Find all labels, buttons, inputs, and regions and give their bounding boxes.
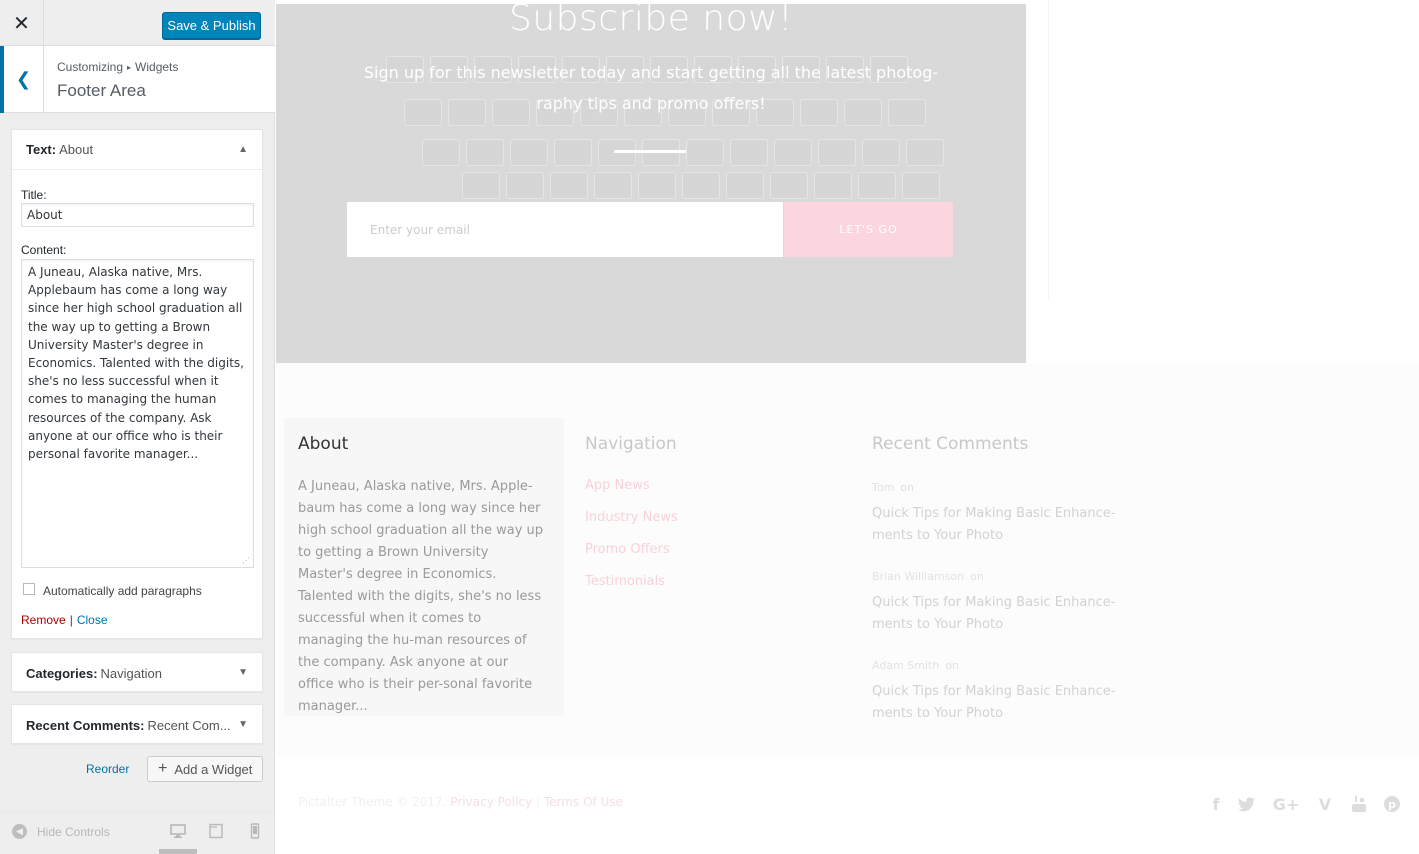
comment-on: on <box>970 570 984 583</box>
widget-title: Navigation <box>100 665 162 681</box>
comment-post-link[interactable]: Quick Tips for Making Basic Enhance-ment… <box>872 592 1117 636</box>
google-plus-icon[interactable]: G+ <box>1273 794 1300 814</box>
subscribe-text: Sign up for this newsletter today and st… <box>363 63 939 113</box>
text-widget: Text: About ▲ Title: Content: A Juneau, … <box>11 129 263 639</box>
hide-controls-button[interactable]: Hide Controls <box>37 825 110 839</box>
back-button[interactable]: ❮ <box>0 46 44 113</box>
add-widget-button[interactable]: + Add a Widget <box>147 756 263 782</box>
categories-widget[interactable]: Categories: Navigation ▼ <box>11 652 263 692</box>
title-label: Title: <box>21 188 47 202</box>
widget-control-actions: Remove | Close <box>21 613 108 627</box>
autop-label: Automatically add paragraphs <box>43 584 202 598</box>
subscribe-button[interactable]: LET'S GO <box>784 202 953 257</box>
comment-on: on <box>900 481 914 494</box>
expand-arrow-icon[interactable]: ▼ <box>238 667 248 678</box>
remove-link[interactable]: Remove <box>21 613 66 627</box>
content-label: Content: <box>21 243 67 257</box>
close-customizer-button[interactable]: ✕ <box>0 0 44 46</box>
copyright-line: Pictalter Theme © 2017. Privacy Policy |… <box>298 795 623 809</box>
terms-link[interactable]: Terms Of Use <box>544 795 623 809</box>
background-decoration <box>462 172 940 199</box>
reorder-link[interactable]: Reorder <box>86 762 129 776</box>
breadcrumb-root: Customizing <box>57 60 124 74</box>
nav-link-industry-news[interactable]: Industry News <box>585 510 678 542</box>
about-text: A Juneau, Alaska native, Mrs. Apple-baum… <box>298 479 544 714</box>
comment-on: on <box>945 659 960 672</box>
recent-comments-heading: Recent Comments <box>872 434 1029 454</box>
widget-type: Categories: <box>26 665 98 681</box>
expand-arrow-icon[interactable]: ▼ <box>238 719 248 730</box>
chevron-left-icon: ❮ <box>15 69 32 90</box>
subscribe-title: Subscribe now! <box>508 4 794 39</box>
add-widget-label: Add a Widget <box>174 761 253 777</box>
breadcrumb-arrow-icon: ▸ <box>127 63 132 72</box>
panel-title-bar: ❮ Customizing ▸ Widgets Footer Area <box>0 46 275 113</box>
panel-title: Footer Area <box>57 81 146 100</box>
widget-type: Recent Comments: <box>26 717 145 733</box>
autop-checkbox[interactable] <box>23 583 35 595</box>
widget-type: Text: <box>26 142 57 157</box>
vimeo-icon[interactable]: V <box>1314 794 1336 814</box>
breadcrumb: Customizing ▸ Widgets <box>57 60 178 74</box>
tablet-preview-icon[interactable] <box>208 823 224 839</box>
svg-text:p: p <box>1388 798 1396 811</box>
youtube-icon[interactable] <box>1348 794 1370 814</box>
privacy-policy-link[interactable]: Privacy Policy <box>450 795 532 809</box>
content-textarea[interactable]: A Juneau, Alaska native, Mrs. Applebaum … <box>21 259 254 568</box>
recent-comments-widget[interactable]: Recent Comments: Recent Com... ▼ <box>11 704 263 744</box>
widget-title: About <box>59 142 94 157</box>
comment-author[interactable]: Brian Williamson <box>872 570 964 583</box>
active-device-indicator <box>159 849 197 854</box>
text-widget-header[interactable]: Text: About ▲ <box>12 130 262 170</box>
collapse-arrow-icon[interactable]: ▲ <box>238 144 248 155</box>
customizer-footer: ◀ Hide Controls <box>0 812 275 854</box>
about-heading: About <box>298 434 349 454</box>
collapse-sidebar-icon[interactable]: ◀ <box>12 824 27 839</box>
comment-post-link[interactable]: Quick Tips for Making Basic Enhance-ment… <box>872 503 1117 547</box>
actions-separator: | <box>69 613 73 627</box>
copyright-text: Pictalter Theme © 2017. <box>298 795 447 809</box>
categories-widget-header[interactable]: Categories: Navigation ▼ <box>12 653 262 693</box>
plus-icon: + <box>158 760 168 777</box>
nav-link-testimonials[interactable]: Testimonials <box>585 574 678 606</box>
recent-comments-widget-header[interactable]: Recent Comments: Recent Com... ▼ <box>12 705 262 745</box>
title-input[interactable] <box>21 203 254 227</box>
mobile-preview-icon[interactable] <box>247 823 263 839</box>
save-publish-button[interactable]: Save & Publish <box>162 12 261 39</box>
site-preview: Subscribe now! Sign up for this newslett… <box>276 0 1419 854</box>
customizer-sidebar: ✕ Save & Publish ❮ Customizing ▸ Widgets F… <box>0 0 275 854</box>
customizer-header: ✕ Save & Publish <box>0 0 275 46</box>
breadcrumb-section: Widgets <box>135 60 179 74</box>
resize-grip-icon[interactable]: ⋰ <box>242 556 250 565</box>
email-input[interactable] <box>347 202 783 257</box>
nav-link-app-news[interactable]: App News <box>585 478 678 510</box>
subscribe-section: Subscribe now! Sign up for this newslett… <box>276 4 1026 363</box>
widget-title: Recent Com... <box>147 717 231 733</box>
twitter-icon[interactable] <box>1236 794 1258 814</box>
comment-author[interactable]: Tom <box>872 481 894 494</box>
comment-meta: Adam Smith on <box>872 659 959 672</box>
pinterest-icon[interactable]: p <box>1381 794 1403 814</box>
facebook-icon[interactable]: f <box>1205 794 1227 814</box>
navigation-heading: Navigation <box>585 434 677 454</box>
comment-meta: Tom on <box>872 481 914 494</box>
desktop-preview-icon[interactable] <box>170 823 186 839</box>
background-divider <box>1048 0 1049 300</box>
close-icon: ✕ <box>13 11 30 35</box>
navigation-list: App News Industry News Promo Offers Test… <box>585 478 678 606</box>
comment-post-link[interactable]: Quick Tips for Making Basic Enhance-ment… <box>872 681 1117 725</box>
comment-meta: Brian Williamson on <box>872 570 984 583</box>
comment-author[interactable]: Adam Smith <box>872 659 939 672</box>
close-link[interactable]: Close <box>77 613 108 627</box>
nav-link-promo-offers[interactable]: Promo Offers <box>585 542 678 574</box>
legal-separator: | <box>535 795 540 809</box>
divider-line <box>614 150 686 153</box>
